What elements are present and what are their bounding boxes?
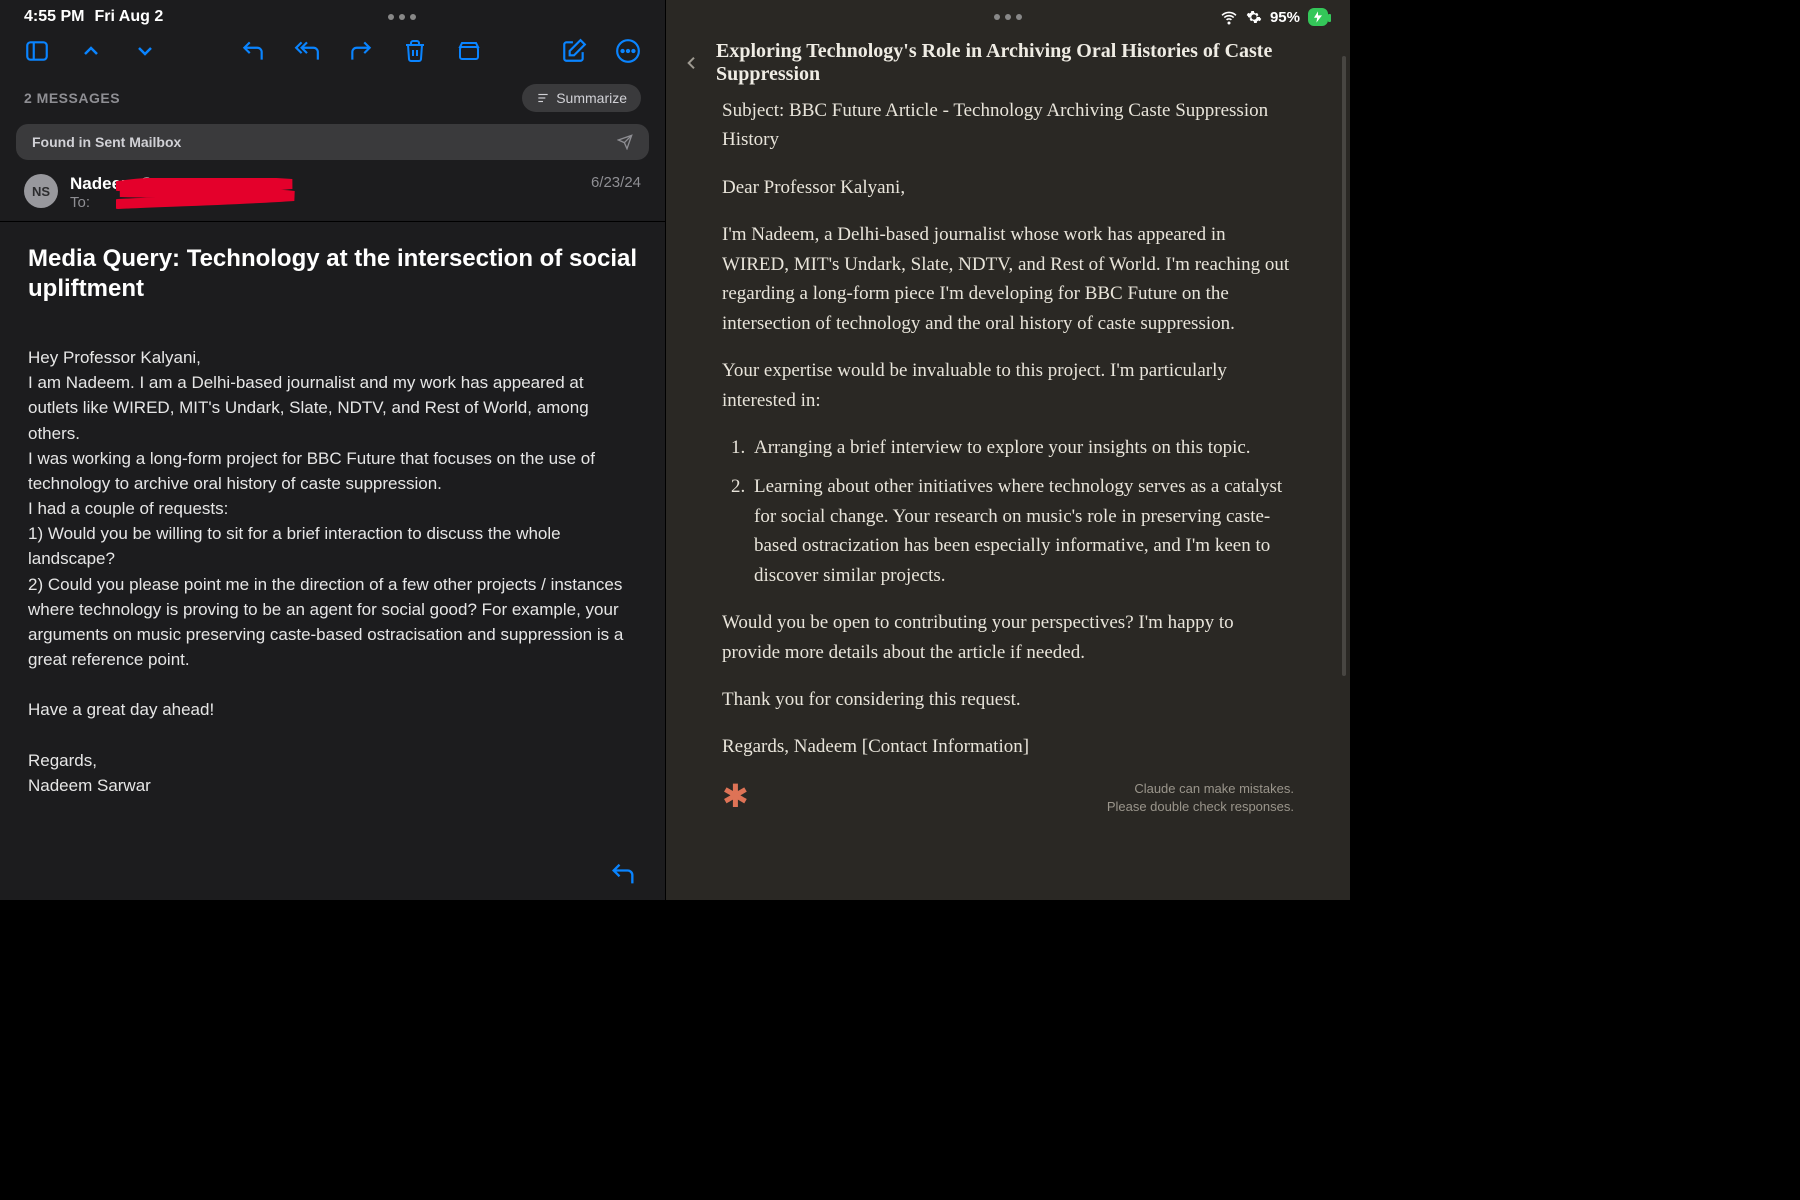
mail-body[interactable]: Media Query: Technology at the intersect…: [0, 222, 665, 900]
status-date: Fri Aug 2: [94, 8, 163, 26]
mail-subject: Media Query: Technology at the intersect…: [28, 244, 637, 304]
response-li1: Arranging a brief interview to explore y…: [750, 433, 1294, 462]
reply-all-icon[interactable]: [294, 38, 320, 64]
body-p8: Nadeem Sarwar: [28, 773, 637, 798]
mailbox-location-banner[interactable]: Found in Sent Mailbox: [16, 124, 649, 160]
disclaimer-line2: Please double check responses.: [1107, 798, 1294, 816]
response-li2: Learning about other initiatives where t…: [750, 472, 1294, 590]
messages-count-row: 2 MESSAGES Summarize: [0, 72, 665, 124]
claude-header: Exploring Technology's Role in Archiving…: [666, 26, 1350, 96]
body-p6: Have a great day ahead!: [28, 697, 637, 722]
claude-app-pane: 95% Exploring Technology's Role in Archi…: [665, 0, 1350, 900]
body-p4: 1) Would you be willing to sit for a bri…: [28, 521, 637, 571]
to-prefix: To:: [70, 194, 90, 211]
reply-button-floating[interactable]: [609, 860, 637, 888]
mail-app-pane: 4:55 PM Fri Aug 2: [0, 0, 665, 900]
body-p1: I am Nadeem. I am a Delhi-based journali…: [28, 370, 637, 445]
response-p3: Would you be open to contributing your p…: [722, 608, 1294, 667]
archive-icon[interactable]: [456, 38, 482, 64]
disclaimer-line1: Claude can make mistakes.: [1107, 780, 1294, 798]
messages-count: 2 MESSAGES: [24, 90, 120, 106]
summarize-label: Summarize: [556, 90, 627, 106]
response-p4: Thank you for considering this request.: [722, 685, 1294, 714]
battery-icon: [1308, 8, 1328, 26]
multitask-dots-icon[interactable]: [994, 14, 1022, 20]
compose-icon[interactable]: [561, 38, 587, 64]
gear-icon: [1246, 9, 1262, 25]
battery-percent: 95%: [1270, 9, 1300, 26]
more-icon[interactable]: [615, 38, 641, 64]
response-greeting: Dear Professor Kalyani,: [722, 173, 1294, 202]
back-button[interactable]: [684, 50, 702, 76]
wifi-icon: [1220, 8, 1238, 26]
body-greeting: Hey Professor Kalyani,: [28, 345, 637, 370]
chevron-down-icon[interactable]: [132, 38, 158, 64]
body-p5: 2) Could you please point me in the dire…: [28, 572, 637, 673]
sender-name: Nadeem Sarwar: [70, 174, 579, 194]
sent-date: 6/23/24: [591, 174, 641, 191]
summarize-button[interactable]: Summarize: [522, 84, 641, 112]
body-p7: Regards,: [28, 748, 637, 773]
sent-arrow-icon: [617, 134, 633, 150]
status-bar-left: 4:55 PM Fri Aug 2: [0, 0, 665, 30]
claude-logo-icon: ✱: [722, 780, 749, 812]
reply-icon[interactable]: [240, 38, 266, 64]
response-p1: I'm Nadeem, a Delhi-based journalist who…: [722, 220, 1294, 338]
mail-toolbar: [0, 30, 665, 72]
scrollbar[interactable]: [1342, 56, 1346, 676]
multitask-dots-icon[interactable]: [388, 14, 416, 20]
claude-response-body[interactable]: Subject: BBC Future Article - Technology…: [666, 96, 1350, 900]
response-p2: Your expertise would be invaluable to th…: [722, 356, 1294, 415]
body-p2: I was working a long-form project for BB…: [28, 446, 637, 496]
trash-icon[interactable]: [402, 38, 428, 64]
response-p5: Regards, Nadeem [Contact Information]: [722, 732, 1294, 761]
message-header-row[interactable]: NS Nadeem Sarwar To: 6/23/24: [0, 160, 665, 222]
conversation-title: Exploring Technology's Role in Archiving…: [716, 40, 1328, 86]
body-p3: I had a couple of requests:: [28, 496, 637, 521]
status-time: 4:55 PM: [24, 8, 84, 26]
response-list: Arranging a brief interview to explore y…: [750, 433, 1294, 590]
status-bar-right: 95%: [666, 0, 1350, 26]
response-subject: Subject: BBC Future Article - Technology…: [722, 96, 1294, 155]
found-label: Found in Sent Mailbox: [32, 134, 181, 150]
sidebar-toggle-icon[interactable]: [24, 38, 50, 64]
chevron-up-icon[interactable]: [78, 38, 104, 64]
avatar: NS: [24, 174, 58, 208]
forward-icon[interactable]: [348, 38, 374, 64]
